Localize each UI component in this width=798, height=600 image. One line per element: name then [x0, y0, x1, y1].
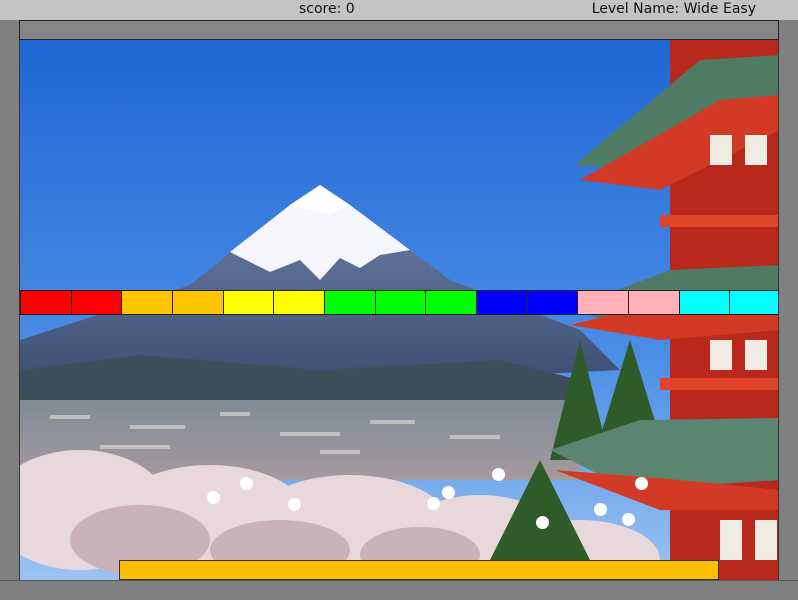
ball	[240, 477, 253, 490]
brick	[121, 290, 173, 315]
brick	[70, 290, 123, 315]
brick	[172, 290, 224, 315]
brick	[374, 290, 427, 315]
brick	[577, 290, 629, 315]
ball	[427, 497, 440, 510]
brick	[476, 290, 528, 315]
brick	[526, 290, 579, 315]
ball	[442, 486, 455, 499]
ball	[536, 516, 549, 529]
ball	[594, 503, 607, 516]
ball	[288, 498, 301, 511]
brick	[324, 290, 376, 315]
bottom-bar	[0, 580, 798, 600]
brick	[628, 290, 680, 315]
score-label: score: 0	[299, 1, 355, 17]
brick	[729, 290, 778, 315]
ball	[635, 477, 648, 490]
ball	[622, 513, 635, 526]
brick	[20, 290, 72, 315]
brick	[678, 290, 731, 315]
brick	[222, 290, 275, 315]
paddle[interactable]	[119, 560, 719, 580]
level-name-label: Level Name: Wide Easy	[591, 1, 756, 17]
top-wall	[19, 20, 779, 40]
playfield[interactable]	[19, 40, 779, 580]
brick	[425, 290, 477, 315]
ball	[492, 468, 505, 481]
hud-bar: score: 0 Level Name: Wide Easy	[0, 0, 798, 20]
ball	[207, 491, 220, 504]
brick	[273, 290, 325, 315]
